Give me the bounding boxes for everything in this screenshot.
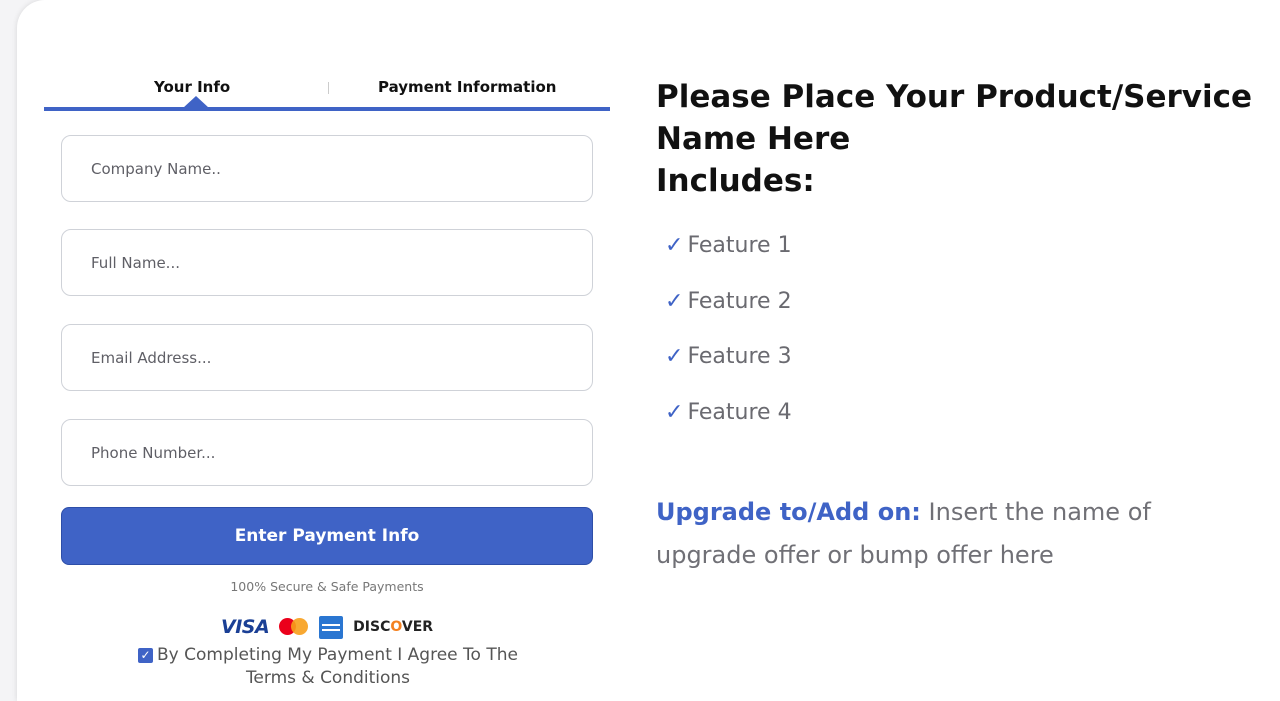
list-item: ✓ Feature 4 — [665, 400, 792, 456]
check-icon: ✓ — [665, 400, 684, 426]
email-address-input[interactable] — [61, 324, 593, 391]
upgrade-lead: Upgrade to/Add on: — [656, 498, 921, 526]
product-title: Please Place Your Product/Service Name H… — [656, 79, 1253, 157]
tab-payment-information[interactable]: Payment Information — [378, 78, 556, 96]
tab-separator — [328, 82, 329, 94]
list-item: ✓ Feature 3 — [665, 344, 792, 400]
upgrade-offer: Upgrade to/Add on: Insert the name of up… — [656, 491, 1196, 577]
discover-post: VER — [401, 619, 434, 635]
company-name-input[interactable] — [61, 135, 593, 202]
form-tabs: Your Info Payment Information — [44, 74, 610, 112]
terms-text: By Completing My Payment I Agree To The … — [157, 645, 518, 688]
amex-logo-icon — [319, 615, 344, 639]
discover-logo-icon: DISCOVER — [353, 619, 433, 635]
enter-payment-info-button[interactable]: Enter Payment Info — [61, 507, 593, 565]
check-icon: ✓ — [665, 288, 684, 314]
tab-your-info[interactable]: Your Info — [154, 78, 230, 96]
feature-label: Feature 3 — [687, 344, 792, 370]
feature-list: ✓ Feature 1 ✓ Feature 2 ✓ Feature 3 ✓ Featur… — [665, 233, 792, 456]
feature-label: Feature 2 — [687, 288, 792, 314]
discover-pre: DISC — [353, 619, 391, 635]
feature-label: Feature 1 — [687, 233, 792, 258]
terms-agreement: ✓ By Completing My Payment I Agree To The… — [128, 644, 528, 690]
list-item: ✓ Feature 1 — [665, 233, 792, 289]
product-heading: Please Place Your Product/Service Name H… — [656, 76, 1256, 202]
terms-checkbox[interactable]: ✓ — [138, 648, 154, 663]
feature-label: Feature 4 — [687, 400, 792, 426]
tab-underline — [44, 107, 610, 111]
list-item: ✓ Feature 2 — [665, 289, 792, 345]
check-icon: ✓ — [665, 233, 684, 258]
secure-payments-note: 100% Secure & Safe Payments — [230, 579, 424, 594]
phone-number-input[interactable] — [61, 419, 593, 486]
check-icon: ✓ — [665, 344, 684, 370]
visa-logo-icon: VISA — [221, 616, 270, 638]
card-logos: VISA DISCOVER — [221, 614, 433, 640]
includes-label: Includes: — [656, 163, 815, 199]
discover-o: O — [390, 619, 402, 635]
mastercard-logo-icon — [279, 617, 309, 637]
full-name-input[interactable] — [61, 229, 593, 296]
